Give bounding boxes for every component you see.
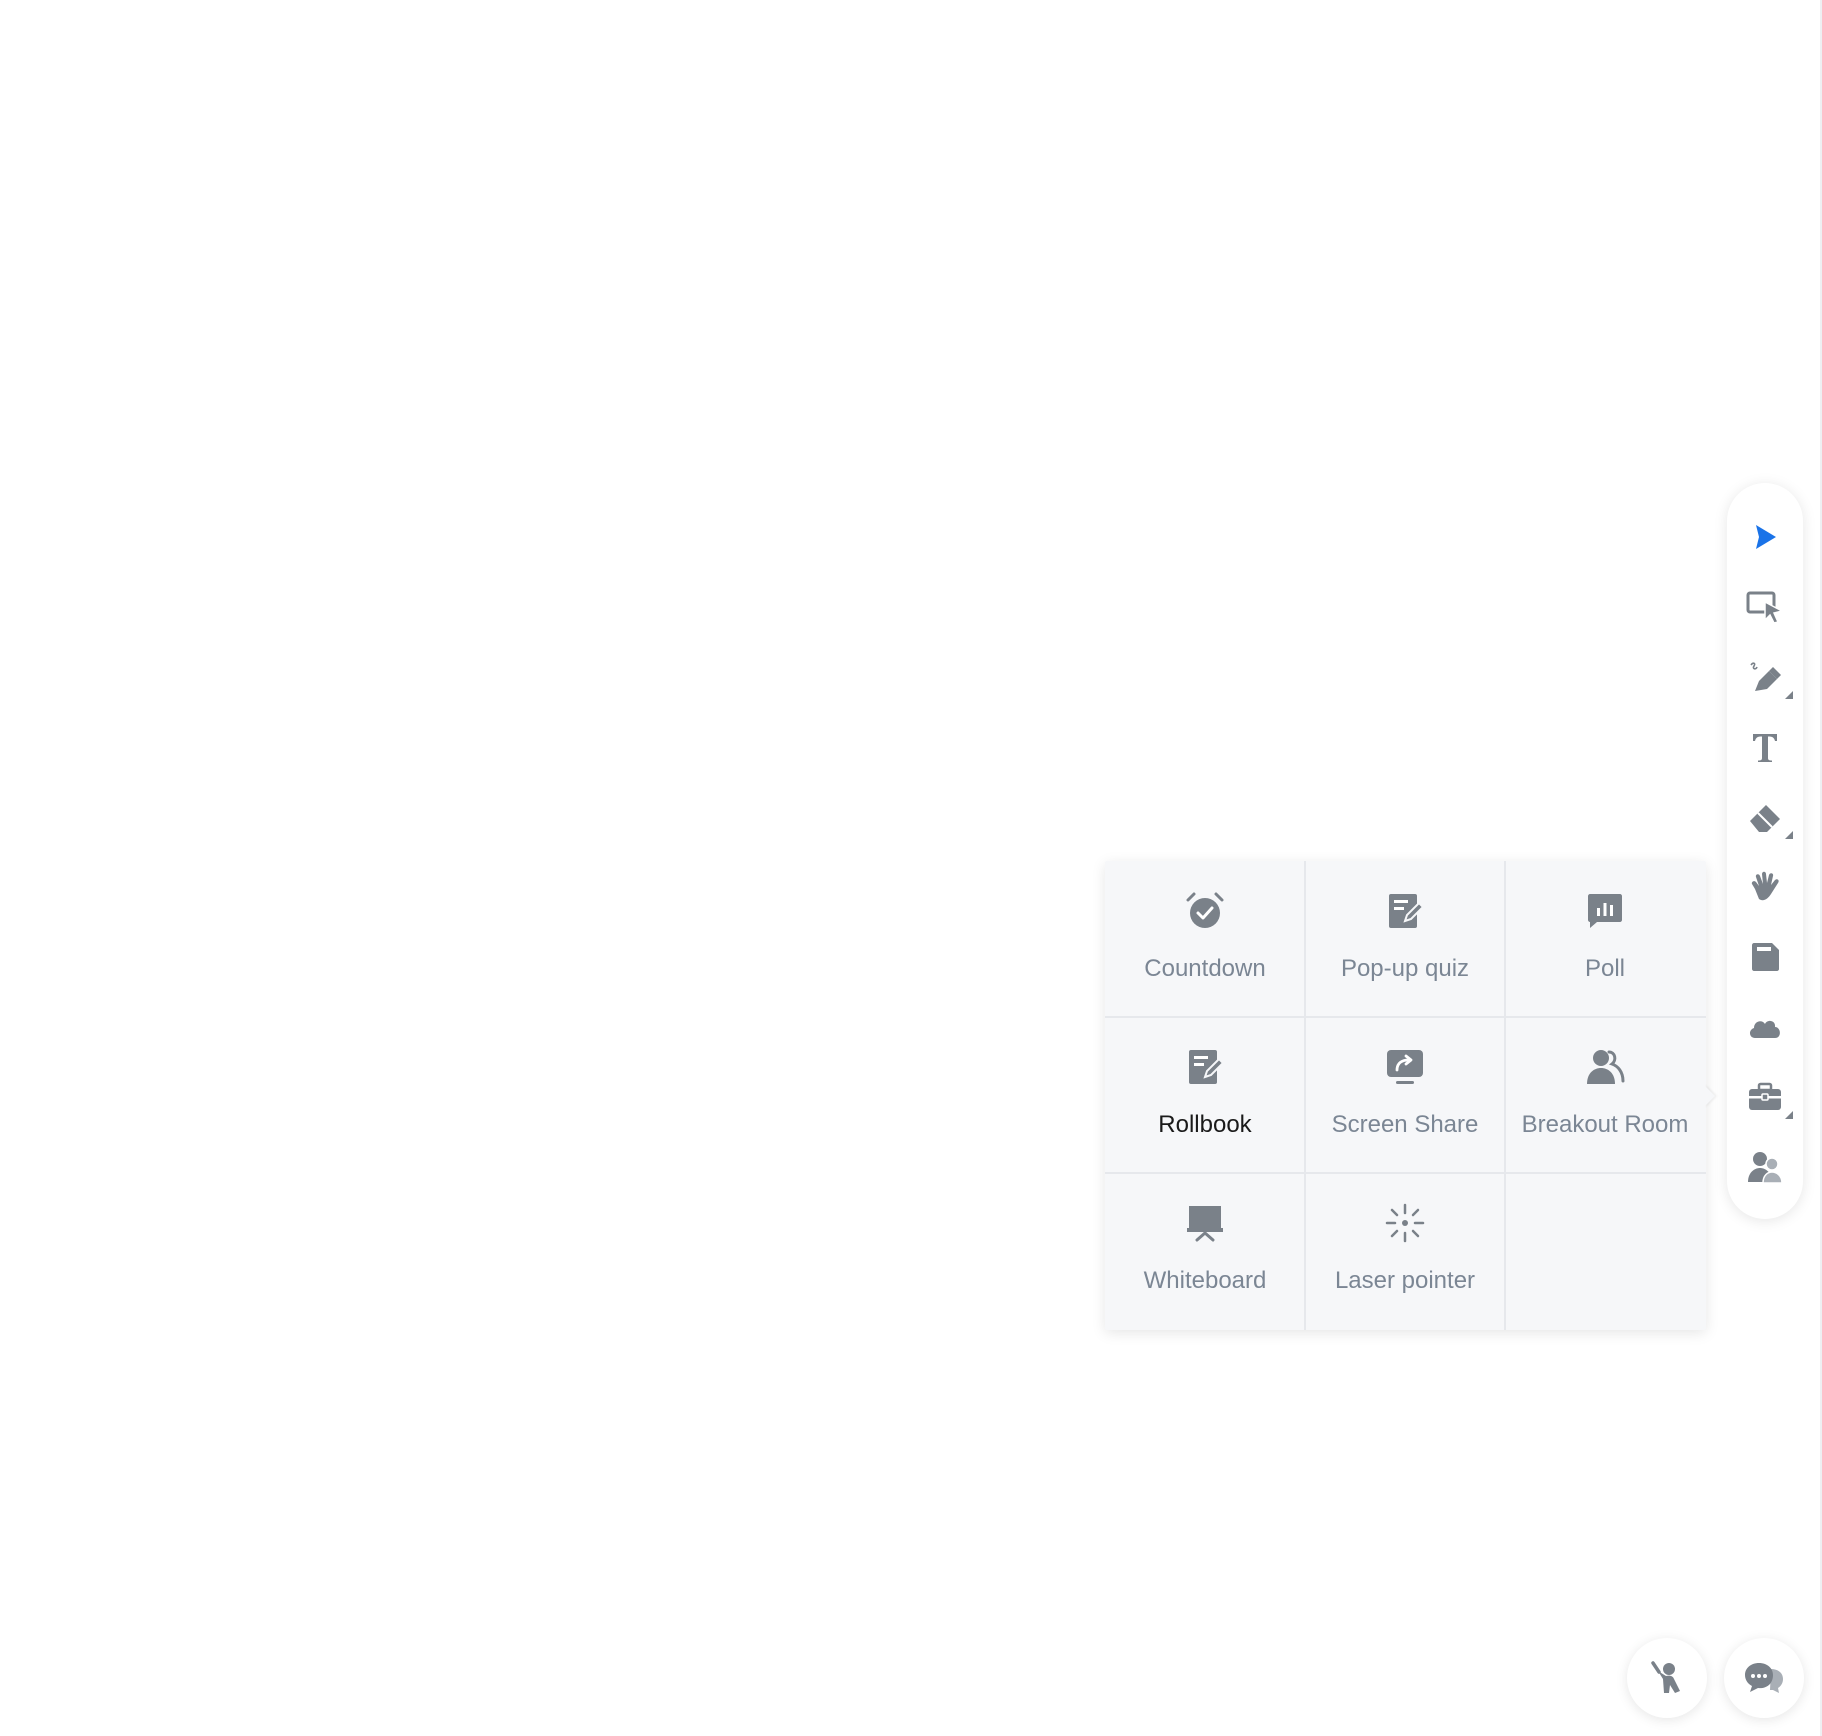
countdown-item[interactable]: Countdown <box>1105 861 1305 1017</box>
whiteboard-item[interactable]: Whiteboard <box>1105 1173 1305 1329</box>
breakout-room-label: Breakout Room <box>1521 1111 1689 1138</box>
popup-quiz-label: Pop-up quiz <box>1340 955 1470 982</box>
select-tool[interactable] <box>1741 513 1789 561</box>
raise-hand-button[interactable] <box>1627 1638 1707 1718</box>
laser-pointer-label: Laser pointer <box>1334 1267 1476 1294</box>
laser-pointer-icon <box>1385 1203 1425 1243</box>
breakout-room-item[interactable]: Breakout Room <box>1505 1017 1705 1173</box>
popup-quiz-item[interactable]: Pop-up quiz <box>1305 861 1505 1017</box>
chat-button[interactable] <box>1724 1638 1804 1718</box>
whiteboard-label: Whiteboard <box>1143 1267 1267 1294</box>
cloud-tool[interactable] <box>1741 1003 1789 1051</box>
empty-cell <box>1505 1173 1705 1329</box>
submenu-indicator <box>1785 831 1793 839</box>
text-tool[interactable] <box>1741 723 1789 771</box>
submenu-indicator <box>1785 1111 1793 1119</box>
whiteboard-easel-icon <box>1187 1206 1223 1242</box>
screen-share-icon <box>1387 1050 1423 1084</box>
eraser-icon <box>1750 805 1780 832</box>
pen-tool[interactable] <box>1741 653 1793 701</box>
poll-item[interactable]: Poll <box>1505 861 1705 1017</box>
alarm-clock-icon <box>1186 892 1224 928</box>
chat-bubbles-icon <box>1745 1663 1783 1693</box>
raise-hand-icon <box>1651 1661 1680 1693</box>
area-select-tool[interactable] <box>1741 583 1789 631</box>
vertical-toolbar <box>1727 483 1803 1219</box>
popover-arrow <box>1704 1085 1715 1107</box>
toolbox-icon <box>1749 1082 1781 1110</box>
users-tool[interactable] <box>1741 1143 1789 1191</box>
users-icon <box>1748 1152 1783 1184</box>
cloud-icon <box>1749 1020 1780 1038</box>
hand-icon <box>1751 871 1779 901</box>
poll-chart-icon <box>1588 894 1622 928</box>
eraser-tool[interactable] <box>1741 793 1793 841</box>
save-tool[interactable] <box>1741 933 1789 981</box>
toolbox-tool[interactable] <box>1741 1073 1793 1121</box>
submenu-indicator <box>1785 691 1793 699</box>
hand-tool[interactable] <box>1741 863 1789 911</box>
screen-share-item[interactable]: Screen Share <box>1305 1017 1505 1173</box>
cursor-arrow-icon <box>1756 525 1776 549</box>
save-icon <box>1752 943 1779 971</box>
poll-label: Poll <box>1584 955 1626 982</box>
rollbook-edit-icon <box>1189 1050 1225 1084</box>
laser-pointer-item[interactable]: Laser pointer <box>1305 1173 1505 1329</box>
rollbook-item[interactable]: Rollbook <box>1105 1017 1305 1173</box>
quiz-edit-icon <box>1389 894 1425 928</box>
toolbox-popover: Countdown Pop-up quiz Poll Rollbook Scre… <box>1105 861 1706 1330</box>
countdown-label: Countdown <box>1144 955 1266 982</box>
breakout-room-icon <box>1587 1050 1625 1084</box>
box-select-icon <box>1746 591 1785 624</box>
text-t-icon <box>1753 734 1777 762</box>
screen-share-label: Screen Share <box>1331 1111 1479 1138</box>
pen-icon <box>1750 662 1781 691</box>
rollbook-label: Rollbook <box>1158 1111 1252 1138</box>
